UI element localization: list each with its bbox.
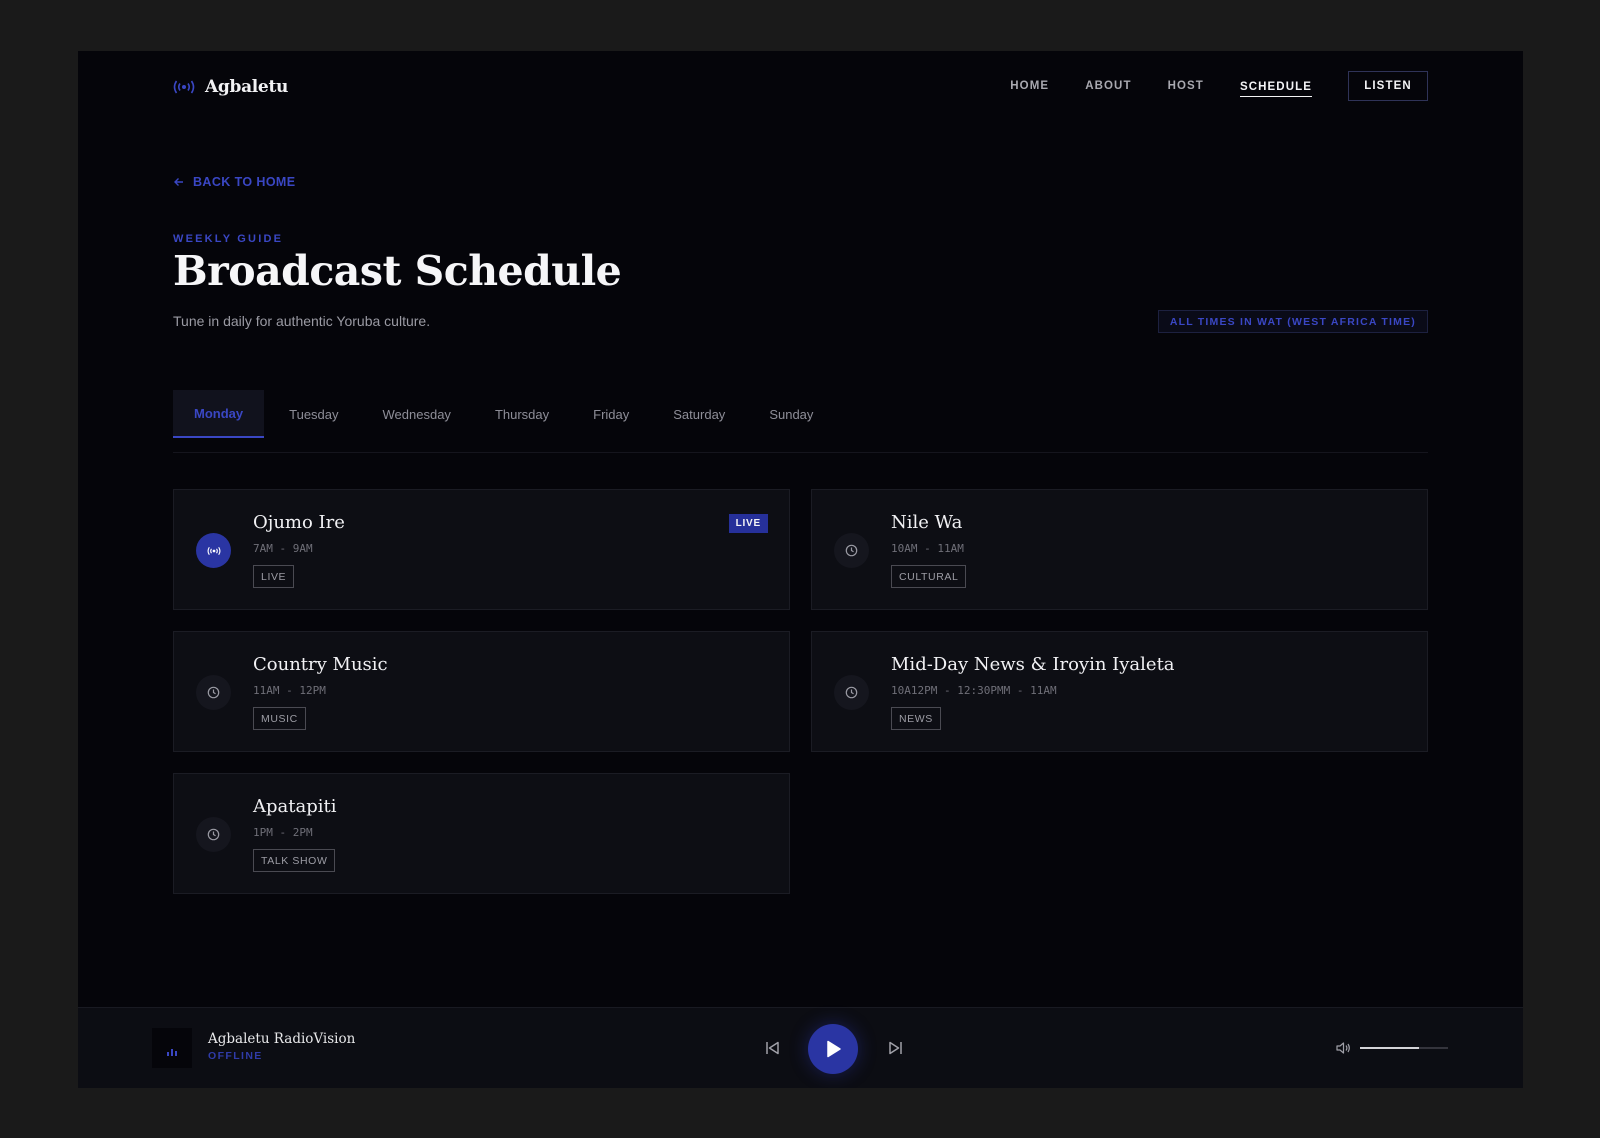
program-tag: NEWS xyxy=(891,707,941,730)
timezone-badge: ALL TIMES IN WAT (WEST AFRICA TIME) xyxy=(1157,310,1428,333)
program-card[interactable]: Nile Wa 10AM - 11AM CULTURAL xyxy=(811,489,1428,610)
album-art xyxy=(152,1028,192,1068)
nav-host[interactable]: HOST xyxy=(1168,74,1204,98)
program-name: Mid-Day News & Iroyin Iyaleta xyxy=(891,654,1175,675)
broadcast-icon xyxy=(196,533,231,568)
tab-thursday[interactable]: Thursday xyxy=(473,390,571,438)
arrow-left-icon xyxy=(174,178,183,186)
skip-forward-icon xyxy=(889,1041,902,1055)
tab-wednesday[interactable]: Wednesday xyxy=(361,390,473,438)
program-name: Apatapiti xyxy=(253,796,337,817)
program-time: 10AM - 11AM xyxy=(891,542,964,555)
tab-monday[interactable]: Monday xyxy=(173,390,265,438)
program-time: 1PM - 2PM xyxy=(253,826,313,839)
program-tag: MUSIC xyxy=(253,707,306,730)
eyebrow: WEEKLY GUIDE xyxy=(173,233,284,245)
listen-button[interactable]: LISTEN xyxy=(1348,71,1428,101)
play-button[interactable] xyxy=(808,1024,858,1074)
program-tag: CULTURAL xyxy=(891,565,967,588)
volume-icon[interactable] xyxy=(1335,1040,1351,1056)
nav-home[interactable]: HOME xyxy=(1010,74,1049,98)
play-icon xyxy=(827,1040,841,1058)
program-tag: TALK SHOW xyxy=(253,849,336,872)
nav-links: HOME ABOUT HOST SCHEDULE LISTEN xyxy=(974,71,1428,101)
program-tag: LIVE xyxy=(253,565,295,588)
previous-button[interactable] xyxy=(762,1038,782,1058)
nav-about[interactable]: ABOUT xyxy=(1085,74,1131,98)
skip-back-icon xyxy=(766,1041,779,1055)
program-name: Nile Wa xyxy=(891,512,963,533)
page-subtitle: Tune in daily for authentic Yoruba cultu… xyxy=(173,313,431,329)
volume-level xyxy=(1360,1047,1419,1049)
tab-friday[interactable]: Friday xyxy=(571,390,651,438)
brand-name: Agbaletu xyxy=(205,77,289,97)
audio-player: Agbaletu RadioVision OFFLINE xyxy=(78,1007,1523,1088)
clock-icon xyxy=(196,675,231,710)
tab-tuesday[interactable]: Tuesday xyxy=(264,390,360,438)
program-card[interactable]: Mid-Day News & Iroyin Iyaleta 10A12PM - … xyxy=(811,631,1428,752)
program-name: Country Music xyxy=(253,654,388,675)
program-name: Ojumo Ire xyxy=(253,512,345,533)
program-card[interactable]: Apatapiti 1PM - 2PM TALK SHOW xyxy=(173,773,790,894)
program-card[interactable]: Ojumo Ire 7AM - 9AM LIVE LIVE xyxy=(173,489,790,610)
next-button[interactable] xyxy=(886,1038,906,1058)
back-to-home-link[interactable]: BACK TO HOME xyxy=(173,175,296,189)
back-label: BACK TO HOME xyxy=(193,175,296,189)
tab-sunday[interactable]: Sunday xyxy=(747,390,835,438)
nav-schedule[interactable]: SCHEDULE xyxy=(1239,75,1312,97)
volume-slider[interactable] xyxy=(1360,1047,1448,1049)
station-name: Agbaletu RadioVision xyxy=(208,1031,356,1047)
clock-icon xyxy=(196,817,231,852)
live-badge: LIVE xyxy=(728,514,768,533)
program-time: 11AM - 12PM xyxy=(253,684,326,697)
broadcast-icon xyxy=(173,80,195,94)
program-card[interactable]: Country Music 11AM - 12PM MUSIC xyxy=(173,631,790,752)
brand-logo[interactable]: Agbaletu xyxy=(173,77,288,97)
player-status: OFFLINE xyxy=(208,1050,263,1062)
clock-icon xyxy=(834,533,869,568)
program-time: 7AM - 9AM xyxy=(253,542,313,555)
top-nav: Agbaletu HOME ABOUT HOST SCHEDULE LISTEN xyxy=(173,71,1428,101)
app-window: Agbaletu HOME ABOUT HOST SCHEDULE LISTEN… xyxy=(78,51,1523,1088)
program-time: 10A12PM - 12:30PMM - 11AM xyxy=(891,684,1057,697)
clock-icon xyxy=(834,675,869,710)
day-tabs: Monday Tuesday Wednesday Thursday Friday… xyxy=(173,390,1428,453)
tab-saturday[interactable]: Saturday xyxy=(651,390,747,438)
page-title: Broadcast Schedule xyxy=(173,247,622,295)
